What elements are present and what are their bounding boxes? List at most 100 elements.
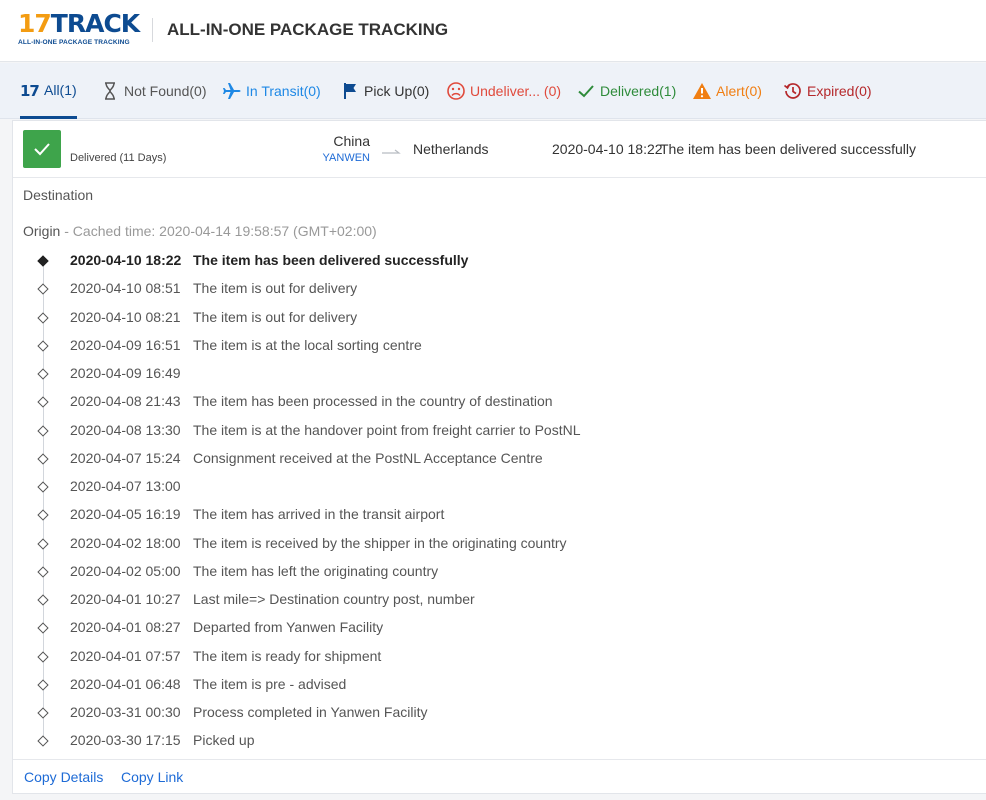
event-desc: The item has left the originating countr… [193,562,439,579]
page-title: ALL-IN-ONE PACKAGE TRACKING [167,20,449,39]
destination-section-label: Destination [23,187,94,203]
event-desc: The item is out for delivery [193,308,358,325]
event-time: 2020-04-10 08:51 [70,280,181,297]
tab-all[interactable]: 17 All(1) [20,63,77,119]
tab-label: Alert(0) [716,83,762,99]
logo-wordmark: 17TRACK [18,9,140,38]
header-divider [152,18,153,42]
event-time: 2020-03-31 00:30 [70,704,181,720]
timeline-dot-icon [37,622,49,634]
svg-text:17: 17 [20,82,39,98]
17track-logo[interactable]: 17TRACK ALL-IN-ONE PACKAGE TRACKING [18,10,143,50]
timeline-dot-icon [37,481,49,493]
timeline-dot-icon [37,311,49,324]
timeline-event: 2020-03-30 17:15 Picked up [13,729,973,757]
event-time: 2020-04-09 16:49 [70,365,181,381]
event-desc: Departed from Yanwen Facility [193,619,384,636]
timeline-event: 2020-04-08 13:30 The item is at the hando… [13,419,973,447]
origin-country: China [333,133,370,149]
tab-label: In Transit(0) [246,83,321,99]
origin-section-label: Origin - Cached time: 2020-04-14 19:58:5… [23,223,377,239]
event-time: 2020-04-09 16:51 [70,336,181,353]
timeline-event: 2020-04-09 16:51 The item is at the local… [13,334,973,362]
timeline-event: 2020-04-10 08:21 The item is out for deli… [13,306,973,334]
tab-in-transit[interactable]: In Transit(0) [222,63,321,119]
timeline-dot-icon [37,396,49,408]
event-time: 2020-04-07 15:24 [70,449,181,466]
timeline-event: 2020-04-10 08:51 The item is out for deli… [13,277,973,305]
tab-delivered[interactable]: Delivered(1) [576,63,676,119]
tracking-summary[interactable]: Delivered (11 Days) China YANWEN Netherl… [13,121,986,178]
event-desc: The item is ready for shipment [193,647,382,664]
event-time: 2020-04-08 13:30 [70,421,181,438]
latest-event-time: 2020-04-10 18:22 [552,141,663,157]
timeline-dot-icon [37,566,49,578]
timeline-event: 2020-04-01 07:57 The item is ready for sh… [13,645,973,673]
cached-time: - Cached time: 2020-04-14 19:58:57 (GMT+… [60,223,377,239]
tab-label: Expired(0) [807,83,872,99]
tab-not-found[interactable]: Not Found(0) [100,63,206,119]
event-time: 2020-04-10 18:22 [70,252,182,268]
timeline-event: 2020-04-02 18:00 The item is received by … [13,532,973,560]
tab-pick-up[interactable]: Pick Up(0) [340,63,429,119]
event-time: 2020-04-02 18:00 [70,534,181,551]
timeline-dot-icon [37,537,49,550]
timeline-dot-icon [37,509,49,521]
event-desc: The item has been delivered successfully [193,252,469,268]
copy-details-link[interactable]: Copy Details [24,769,103,785]
tab-label: Pick Up(0) [364,83,430,99]
event-desc: Picked up [193,732,255,749]
timeline-event: 2020-04-01 06:48 The item is pre - advise… [13,673,973,701]
timeline-dot-icon [37,424,49,437]
timeline-dot-icon [37,707,49,719]
event-time: 2020-04-01 10:27 [70,591,181,607]
timeline-dot-icon [37,340,49,352]
tab-expired[interactable]: Expired(0) [783,63,872,119]
copy-link-link[interactable]: Copy Link [121,769,183,785]
sad-face-icon [446,81,466,101]
tracking-result-panel: Delivered (11 Days) China YANWEN Netherl… [12,120,986,794]
tab-alert[interactable]: Alert(0) [692,63,762,119]
tab-undelivered[interactable]: Undeliver... (0) [446,63,561,119]
timeline-event: 2020-03-31 00:30 Process completed in Yan… [13,701,973,729]
status-text: Delivered (11 Days) [70,152,167,164]
event-desc: Process completed in Yanwen Facility [193,704,428,720]
timeline-event: 2020-04-10 18:22 The item has been delive… [13,249,973,277]
event-time: 2020-04-05 16:19 [70,506,181,523]
route-arrow-icon [381,143,401,161]
timeline-dot-icon [37,650,49,663]
event-time: 2020-04-08 21:43 [70,393,181,410]
warning-icon [692,81,712,101]
event-desc: The item is pre - advised [193,675,347,692]
timeline-event: 2020-04-01 10:27 Last mile=> Destination … [13,588,973,616]
event-time: 2020-04-07 13:00 [70,478,181,494]
hourglass-icon [100,81,120,101]
timeline-event: 2020-04-05 16:19 The item has arrived in … [13,503,973,531]
timeline-dot-icon [37,735,49,747]
history-icon [783,81,803,101]
timeline-event: 2020-04-07 13:00 [13,475,973,503]
tab-label: All(1) [44,81,77,98]
event-time: 2020-04-02 05:00 [70,562,181,579]
timeline-dot-icon [37,594,49,606]
event-desc: The item is out for delivery [193,280,358,297]
status-tabs: 17 All(1) Not Found(0) In Transit(0) Pic… [0,63,986,119]
event-desc: The item is received by the shipper in t… [193,534,567,551]
delivered-status-icon [23,130,61,168]
timeline-dot-icon [37,679,49,691]
timeline-event: 2020-04-07 15:24 Consignment received at … [13,447,973,475]
tab-label: Delivered(1) [600,83,677,99]
event-desc: The item has arrived in the transit airp… [193,506,445,523]
event-time: 2020-03-30 17:15 [70,732,181,749]
destination-country: Netherlands [413,141,489,157]
logo-tagline: ALL-IN-ONE PACKAGE TRACKING [18,39,130,46]
timeline-dot-icon [37,368,49,380]
tab-label: Undeliver... (0) [470,83,562,99]
latest-event-desc: The item has been delivered successfully [660,141,917,157]
panel-footer: Copy Details Copy Link [13,759,986,794]
check-icon [576,81,596,101]
timeline-dot-icon [37,255,49,267]
event-desc: The item has been processed in the count… [193,393,553,410]
origin-carrier[interactable]: YANWEN [323,152,370,164]
timeline-dot-icon [37,283,49,295]
